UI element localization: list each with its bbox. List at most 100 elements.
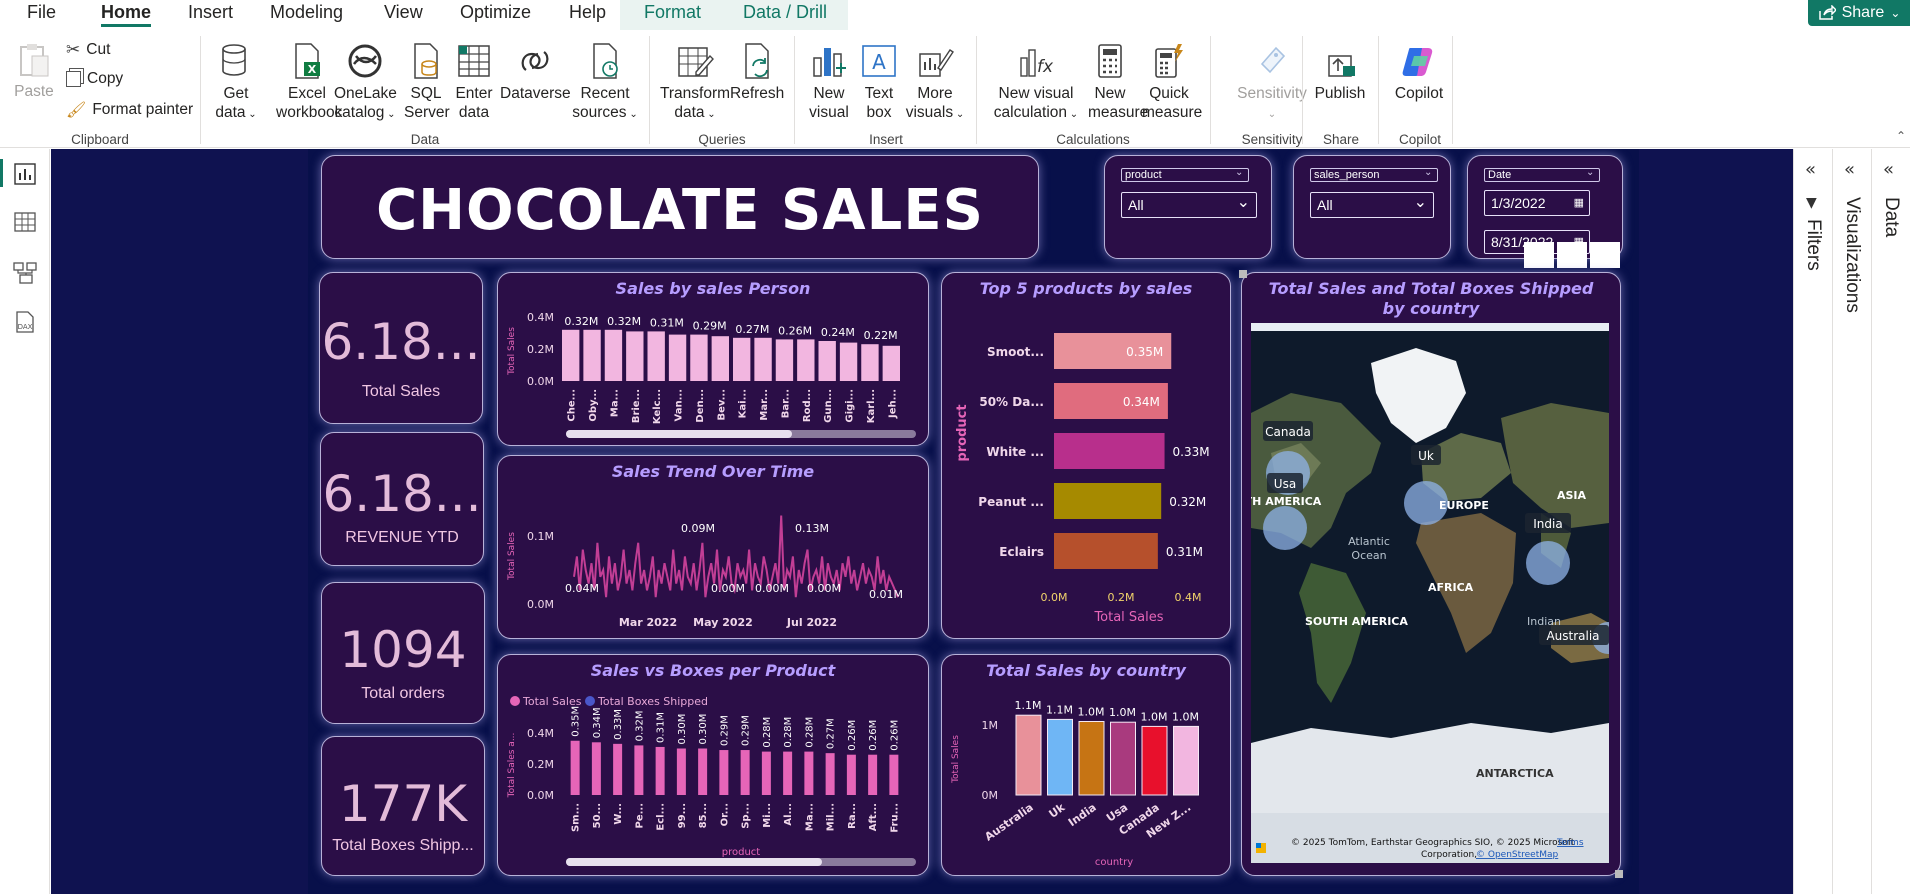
- copy-button[interactable]: Copy: [66, 70, 123, 88]
- expand-data-icon[interactable]: «: [1883, 159, 1894, 180]
- get-data-button[interactable]: Get data ⌄: [210, 42, 262, 124]
- format-painter-button[interactable]: 🖌 Format painter: [66, 100, 193, 120]
- title-card[interactable]: CHOCOLATE SALES: [321, 155, 1039, 259]
- sales-vs-boxes-chart[interactable]: Sales vs Boxes per Product Total Sales To…: [497, 654, 929, 876]
- quick-measure-button[interactable]: Quick measure: [1142, 42, 1202, 122]
- dataverse-button[interactable]: Dataverse: [500, 42, 571, 103]
- data-label: 0.31M: [656, 712, 667, 743]
- enter-data-button[interactable]: Enter data: [452, 42, 496, 122]
- top5-products-chart[interactable]: Top 5 products by sales product Smoot... 0…: [941, 272, 1231, 639]
- y-tick-label: 0.4M: [527, 727, 554, 740]
- expand-filters-icon[interactable]: «: [1805, 159, 1816, 180]
- refresh-button[interactable]: Refresh: [730, 42, 784, 103]
- product-slicer[interactable]: product ⌄ All ⌄: [1104, 155, 1272, 259]
- legend-swatch: [585, 696, 595, 706]
- data-label: 0.24M: [821, 326, 855, 339]
- kpi-total-sales[interactable]: 6.18... Total Sales: [319, 272, 483, 424]
- sales-person-dropdown[interactable]: All ⌄: [1310, 192, 1434, 218]
- tab-format[interactable]: Format: [644, 2, 701, 23]
- tab-view[interactable]: View: [384, 2, 423, 23]
- dax-query-view-icon[interactable]: DAX: [12, 309, 38, 335]
- svg-text:A: A: [872, 50, 886, 74]
- copilot-button[interactable]: Copilot: [1388, 42, 1450, 103]
- report-view-icon[interactable]: [12, 161, 38, 187]
- x-axis-title: Total Sales: [1093, 610, 1163, 625]
- ribbon: Paste ✂ Cut Copy 🖌 Format painter Clipboar…: [0, 30, 1910, 148]
- expand-visualizations-icon[interactable]: «: [1844, 159, 1855, 180]
- new-visual-calculation-button[interactable]: fx New visual calculation ⌄: [990, 42, 1082, 124]
- new-visual-button[interactable]: New visual: [806, 42, 852, 122]
- data-label: 0.26M: [847, 720, 858, 751]
- filters-pane[interactable]: « ▼ Filters: [1793, 149, 1832, 894]
- date-slicer[interactable]: Date ⌄ 1/3/2022▦ 8/31/2022▦: [1467, 155, 1623, 268]
- sales-by-person-chart[interactable]: Sales by sales Person Total Sales 0.0M 0.2…: [497, 272, 929, 446]
- collapse-ribbon-icon[interactable]: ⌃: [1896, 129, 1906, 143]
- kpi-revenue-ytd[interactable]: 6.18... REVENUE YTD: [320, 432, 484, 566]
- bar: [1015, 714, 1042, 796]
- text-box-button[interactable]: A Text box: [856, 42, 902, 122]
- tab-data-drill[interactable]: Data / Drill: [743, 2, 827, 23]
- kpi-total-orders[interactable]: 1094 Total orders: [321, 582, 485, 724]
- product-dropdown[interactable]: All ⌄: [1121, 192, 1257, 218]
- sql-server-button[interactable]: SQL Server: [404, 42, 450, 122]
- menu-file[interactable]: File: [27, 2, 56, 23]
- y-axis-title: Total Sales: [507, 532, 517, 581]
- sales-trend-chart[interactable]: Sales Trend Over Time Total Sales 0.0M 0.1…: [497, 455, 929, 639]
- bar: [783, 751, 793, 795]
- bar: [797, 339, 815, 381]
- tab-insert[interactable]: Insert: [188, 2, 233, 23]
- tab-optimize[interactable]: Optimize: [460, 2, 531, 23]
- svg-text:DAX: DAX: [18, 323, 33, 331]
- map-terms-link[interactable]: Terms: [1556, 838, 1584, 848]
- data-label: 0.32M: [564, 315, 598, 328]
- paste-button[interactable]: Paste: [14, 42, 54, 101]
- map-region-label: SOUTH AMERICA: [1305, 615, 1408, 628]
- visual-header-button[interactable]: [1524, 242, 1554, 268]
- x-axis-title: country: [1095, 857, 1133, 868]
- data-label: 0.29M: [719, 715, 730, 746]
- share-button[interactable]: Share ⌄: [1808, 0, 1910, 26]
- map-bubble[interactable]: [1526, 541, 1570, 585]
- visualizations-pane[interactable]: « Visualizations: [1832, 149, 1871, 894]
- x-tick-label: Van...: [674, 389, 685, 421]
- transform-data-button[interactable]: Transform data ⌄: [660, 42, 730, 124]
- excel-icon: X: [295, 43, 320, 79]
- kpi-total-boxes[interactable]: 177K Total Boxes Shipp...: [321, 736, 485, 876]
- tab-modeling[interactable]: Modeling: [270, 2, 343, 23]
- publish-button[interactable]: Publish: [1312, 42, 1368, 103]
- map-canvas[interactable]: Canada Usa Uk India Australia RTH AMERIC…: [1251, 323, 1609, 863]
- sales-by-country-chart[interactable]: Total Sales by country Total Sales 0M 1M 1.…: [941, 654, 1231, 876]
- tab-help[interactable]: Help: [569, 2, 606, 23]
- bar: [882, 345, 900, 381]
- excel-workbook-button[interactable]: X Excel workbook: [276, 42, 342, 122]
- data-label: 1.0M: [1109, 706, 1136, 719]
- x-tick-label: Uk: [1046, 800, 1067, 820]
- start-date-input[interactable]: 1/3/2022 ▦: [1484, 190, 1590, 216]
- tab-home[interactable]: Home: [101, 2, 152, 27]
- sales-person-slicer[interactable]: sales_person ⌄ All ⌄: [1293, 155, 1451, 259]
- model-view-icon[interactable]: [12, 259, 38, 285]
- more-visuals-button[interactable]: More visuals ⌄: [904, 42, 966, 124]
- sales-map[interactable]: Total Sales and Total Boxes Shipped by c…: [1239, 270, 1623, 878]
- recent-sources-button[interactable]: Recent sources ⌄: [570, 42, 640, 124]
- map-osm-link[interactable]: © OpenStreetMap: [1476, 850, 1559, 860]
- data-pane[interactable]: « Data: [1871, 149, 1910, 894]
- data-label: 0.31M: [650, 316, 684, 329]
- cut-button[interactable]: ✂ Cut: [66, 40, 110, 60]
- x-tick-label: Mar...: [759, 389, 770, 421]
- table-view-icon[interactable]: [12, 209, 38, 235]
- visual-header-button[interactable]: [1557, 242, 1587, 268]
- visual-header-button[interactable]: [1590, 242, 1620, 268]
- onelake-catalog-button[interactable]: OneLake catalog ⌄: [334, 42, 397, 124]
- map-bubble[interactable]: [1263, 506, 1307, 550]
- y-tick-label: 50% Da...: [979, 395, 1044, 409]
- report-title: CHOCOLATE SALES: [376, 178, 984, 243]
- sensitivity-button[interactable]: Sensitivity ⌄: [1236, 42, 1308, 124]
- group-label-clipboard: Clipboard: [71, 132, 129, 147]
- x-tick-label: Bar...: [780, 389, 791, 418]
- y-tick-label: 0.0M: [527, 789, 554, 802]
- new-measure-button[interactable]: New measure: [1088, 42, 1148, 122]
- x-tick-label: Al...: [783, 803, 794, 826]
- data-label: 0.32M: [607, 315, 641, 328]
- data-label: 0.00M: [711, 582, 745, 595]
